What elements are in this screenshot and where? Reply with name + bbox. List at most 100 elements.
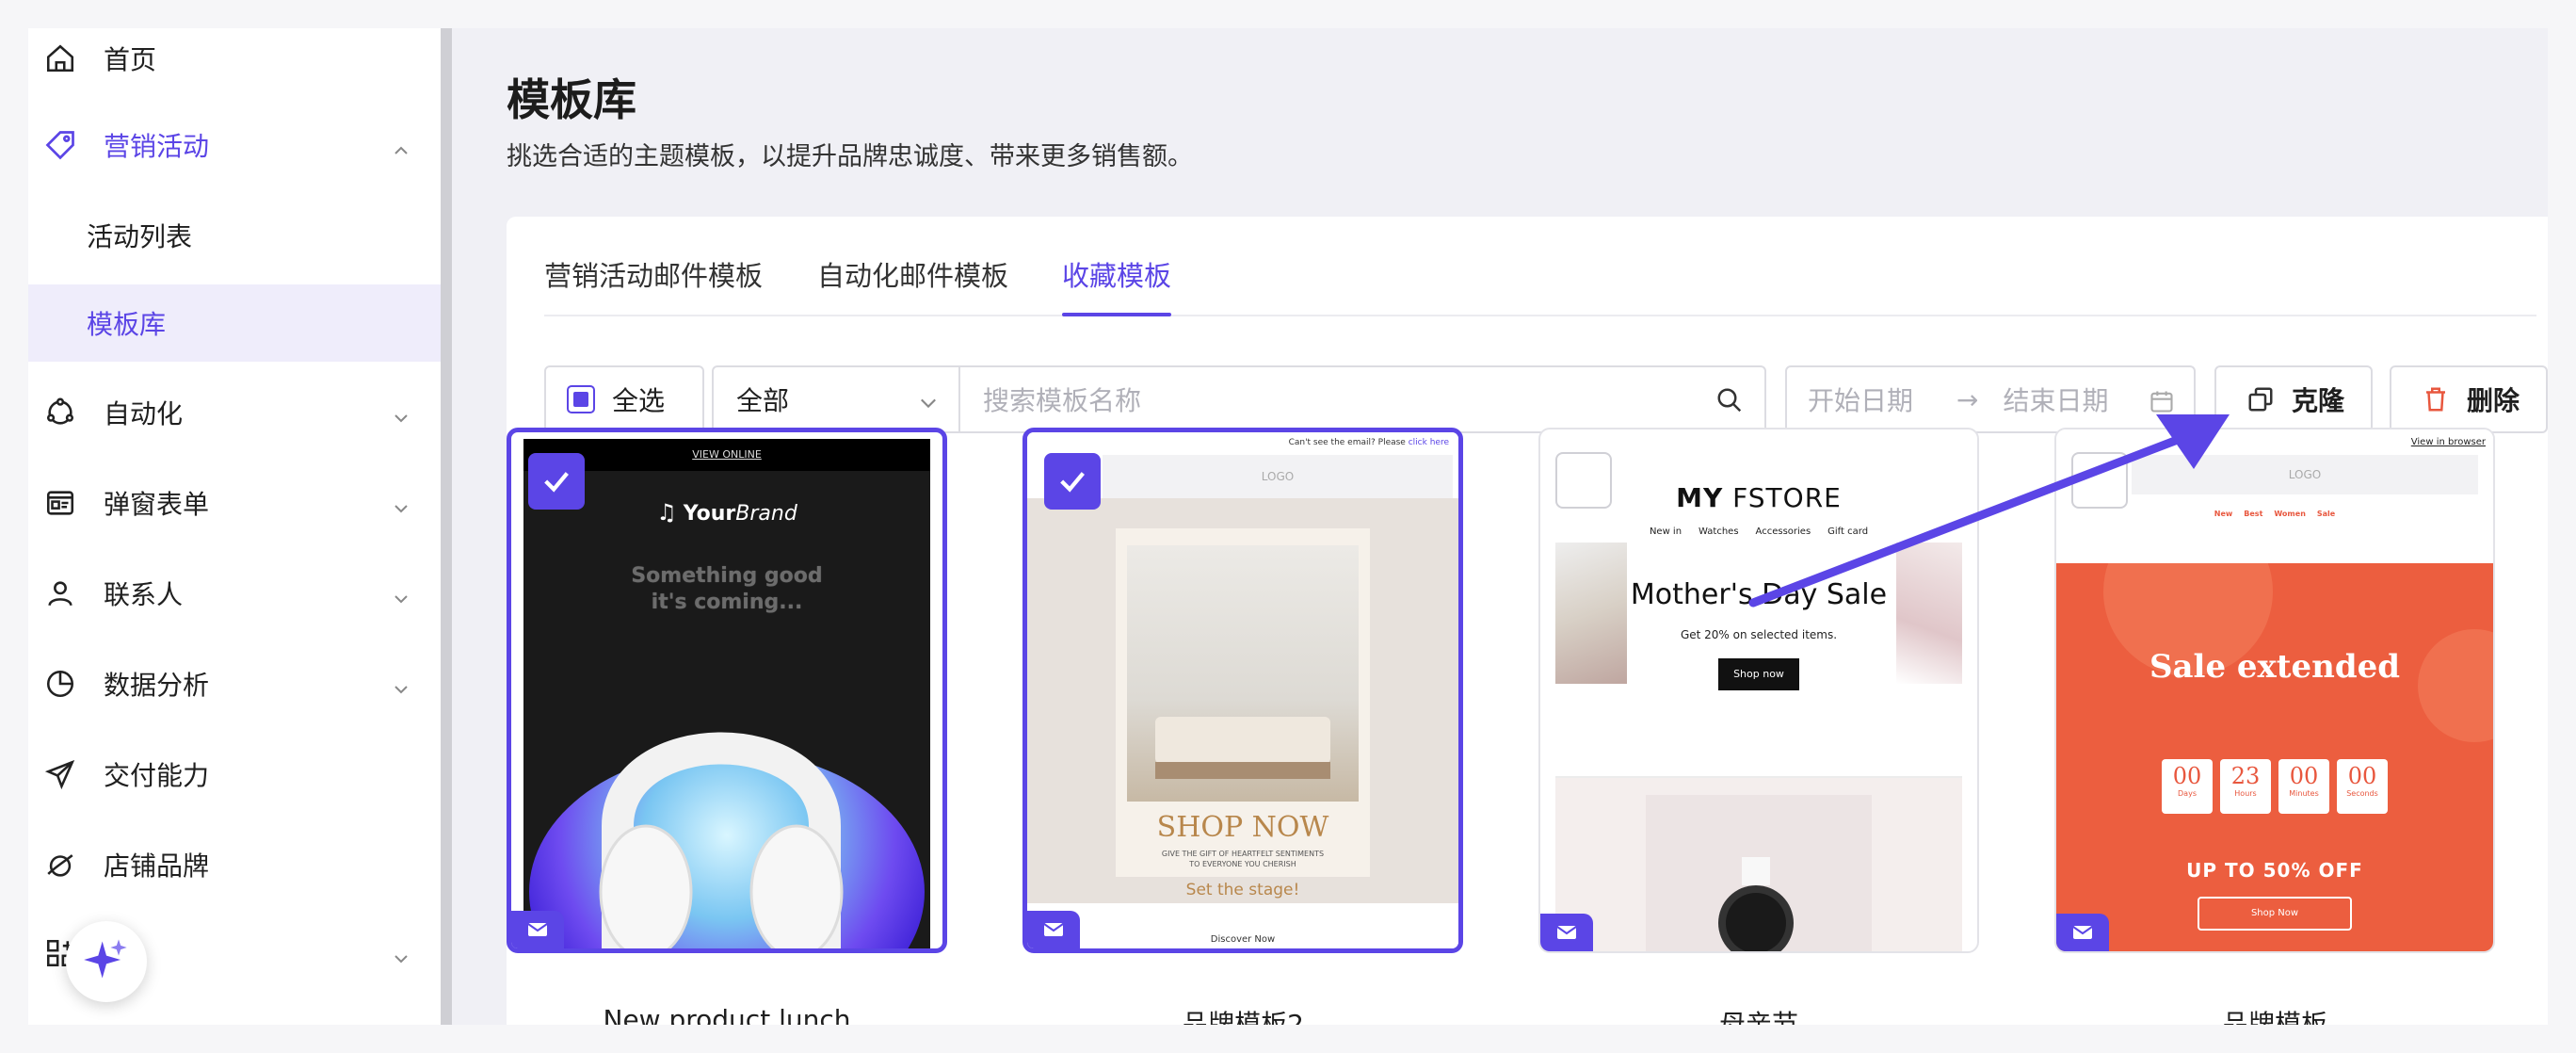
sidebar-item-label: 联系人 bbox=[104, 579, 184, 610]
sidebar-item-template-library[interactable]: 模板库 bbox=[28, 284, 441, 362]
selected-checkbox[interactable] bbox=[1044, 453, 1101, 510]
sidebar-item-label: 数据分析 bbox=[104, 670, 210, 701]
page-title: 模板库 bbox=[507, 74, 636, 125]
tab-campaign-templates[interactable]: 营销活动邮件模板 bbox=[544, 254, 763, 315]
chevron-down-icon bbox=[392, 674, 411, 694]
preview-photo bbox=[1127, 545, 1359, 802]
select-all-label: 全选 bbox=[612, 385, 666, 416]
preview-flowers-left bbox=[1555, 543, 1627, 684]
preview-product-area bbox=[1555, 776, 1962, 951]
automation-icon bbox=[41, 394, 79, 431]
sidebar-scrollbar[interactable] bbox=[441, 28, 452, 1025]
template-preview: Can't see the email? Please click here L… bbox=[1027, 432, 1458, 948]
category-value: 全部 bbox=[736, 385, 790, 416]
tab-favorite-templates[interactable]: 收藏模板 bbox=[1062, 254, 1172, 316]
main-content: 模板库 挑选合适的主题模板，以提升品牌忠诚度、带来更多销售额。 营销活动邮件模板… bbox=[452, 28, 2548, 1025]
sidebar-item-automation[interactable]: 自动化 bbox=[28, 373, 441, 452]
chevron-up-icon bbox=[392, 136, 411, 154]
preview-offer: UP TO 50% OFF bbox=[2186, 859, 2363, 882]
template-card[interactable]: VIEW ONLINE ♫ YourBrand Something good i… bbox=[507, 428, 947, 953]
sidebar-item-marketing[interactable]: 营销活动 bbox=[28, 105, 441, 185]
sidebar-item-label: 首页 bbox=[104, 44, 157, 75]
template-card[interactable]: Can't see the email? Please click here L… bbox=[1022, 428, 1463, 953]
mail-icon bbox=[2056, 914, 2109, 951]
arrow-right-icon: → bbox=[1956, 383, 1979, 415]
search-input[interactable]: 搜索模板名称 bbox=[958, 365, 1766, 433]
select-checkbox[interactable] bbox=[2071, 452, 2128, 509]
copy-icon bbox=[2246, 385, 2275, 413]
preview-headline: Something good it's coming... bbox=[631, 564, 823, 614]
sidebar-item-label: 店铺品牌 bbox=[104, 850, 210, 882]
sidebar-item-label: 模板库 bbox=[87, 309, 167, 340]
chart-pie-icon bbox=[41, 665, 79, 703]
preview-card: SHOP NOW GIVE THE GIFT OF HEARTFELT SENT… bbox=[1116, 528, 1370, 877]
tag-icon bbox=[41, 126, 79, 164]
chevron-down-icon bbox=[392, 494, 411, 513]
ai-assistant-button[interactable] bbox=[66, 921, 147, 1002]
sidebar-item-popup-forms[interactable]: 弹窗表单 bbox=[28, 463, 441, 543]
category-select[interactable]: 全部 bbox=[712, 365, 960, 433]
preview-tagline: Set the stage! bbox=[1185, 881, 1300, 899]
delete-button[interactable]: 删除 bbox=[2390, 365, 2548, 433]
sidebar-item-deliverability[interactable]: 交付能力 bbox=[28, 735, 441, 814]
template-title: 品牌模板 bbox=[2221, 1009, 2327, 1025]
trash-icon bbox=[2422, 385, 2450, 413]
template-preview: MY FSTORE New in Watches Accessories Gift c… bbox=[1555, 439, 1962, 951]
sparkle-icon bbox=[82, 935, 131, 988]
sidebar-item-label: 营销活动 bbox=[104, 131, 210, 162]
sidebar-item-store-brand[interactable]: 店铺品牌 bbox=[28, 825, 441, 904]
preview-body: SHOP NOW GIVE THE GIFT OF HEARTFELT SENT… bbox=[1027, 498, 1458, 903]
calendar-icon bbox=[2149, 388, 2175, 421]
sidebar-item-contacts[interactable]: 联系人 bbox=[28, 554, 441, 633]
select-checkbox[interactable] bbox=[1555, 452, 1612, 509]
chevron-down-icon bbox=[917, 390, 940, 421]
toolbar: 全选 全部 搜索模板名称 开始日期 → 结束日期 克隆 删除 bbox=[544, 365, 2548, 433]
clone-label: 克隆 bbox=[2292, 385, 2345, 416]
preview-top-link: View in browser bbox=[2410, 437, 2486, 447]
preview-logo: LOGO bbox=[1103, 455, 1453, 498]
template-title: New product lunch bbox=[603, 1004, 851, 1025]
preview-top-text: Can't see the email? Please click here bbox=[1288, 438, 1449, 447]
chevron-down-icon bbox=[392, 584, 411, 604]
mail-icon bbox=[1540, 914, 1593, 951]
preview-nav: New in Watches Accessories Gift card bbox=[1649, 526, 1869, 537]
date-range-picker[interactable]: 开始日期 → 结束日期 bbox=[1785, 365, 2196, 433]
template-title: 品牌模板2 bbox=[1182, 1009, 1304, 1025]
user-icon bbox=[41, 575, 79, 612]
preview-headline: Sale extended bbox=[2149, 648, 2401, 686]
sidebar-item-label: 交付能力 bbox=[104, 760, 210, 791]
mail-icon bbox=[511, 911, 564, 948]
sidebar-item-home[interactable]: 首页 bbox=[28, 28, 441, 89]
start-date-placeholder: 开始日期 bbox=[1808, 385, 1914, 416]
send-icon bbox=[41, 755, 79, 793]
preview-button: Shop now bbox=[1718, 658, 1799, 690]
selected-checkbox[interactable] bbox=[528, 453, 585, 510]
form-icon bbox=[41, 484, 79, 522]
preview-countdown: 00 Days 23 Hours 00 Minutes 00 Seconds bbox=[2056, 759, 2493, 814]
search-icon[interactable] bbox=[1715, 386, 1744, 421]
chevron-down-icon bbox=[392, 403, 411, 423]
delete-label: 删除 bbox=[2467, 385, 2520, 416]
preview-ribbon-right bbox=[1896, 543, 1962, 684]
select-all-checkbox[interactable] bbox=[567, 385, 595, 413]
sidebar: 首页 营销活动 活动列表 模板库 自动化 弹窗表单 联系人 数据分析 交付能力 … bbox=[28, 28, 452, 1025]
clone-button[interactable]: 克隆 bbox=[2214, 365, 2373, 433]
template-card[interactable]: View in browser LOGO New Best Women Sale Sa… bbox=[2054, 428, 2495, 953]
sidebar-item-label: 弹窗表单 bbox=[104, 489, 210, 520]
mail-icon bbox=[1027, 911, 1080, 948]
sidebar-item-campaign-list[interactable]: 活动列表 bbox=[28, 196, 441, 275]
sidebar-item-analytics[interactable]: 数据分析 bbox=[28, 644, 441, 723]
select-all-button[interactable]: 全选 bbox=[544, 365, 704, 433]
headphones-icon bbox=[599, 732, 844, 948]
template-title: 母亲节 bbox=[1718, 1009, 1798, 1025]
preview-hero: Sale extended 00 Days 23 Hours 00 Minute bbox=[2056, 563, 2493, 951]
preview-button: Discover Now bbox=[1161, 930, 1325, 948]
music-note-icon: ♫ bbox=[656, 499, 677, 526]
tab-automation-templates[interactable]: 自动化邮件模板 bbox=[817, 254, 1008, 315]
preview-button: Shop Now bbox=[2198, 897, 2352, 931]
app-window: 首页 营销活动 活动列表 模板库 自动化 弹窗表单 联系人 数据分析 交付能力 … bbox=[28, 28, 2548, 1025]
sidebar-item-label: 活动列表 bbox=[87, 221, 193, 252]
chevron-down-icon bbox=[392, 944, 411, 964]
preview-cta-sub: GIVE THE GIFT OF HEARTFELT SENTIMENTS TO … bbox=[1161, 850, 1325, 868]
template-card[interactable]: MY FSTORE New in Watches Accessories Gift c… bbox=[1538, 428, 1979, 953]
